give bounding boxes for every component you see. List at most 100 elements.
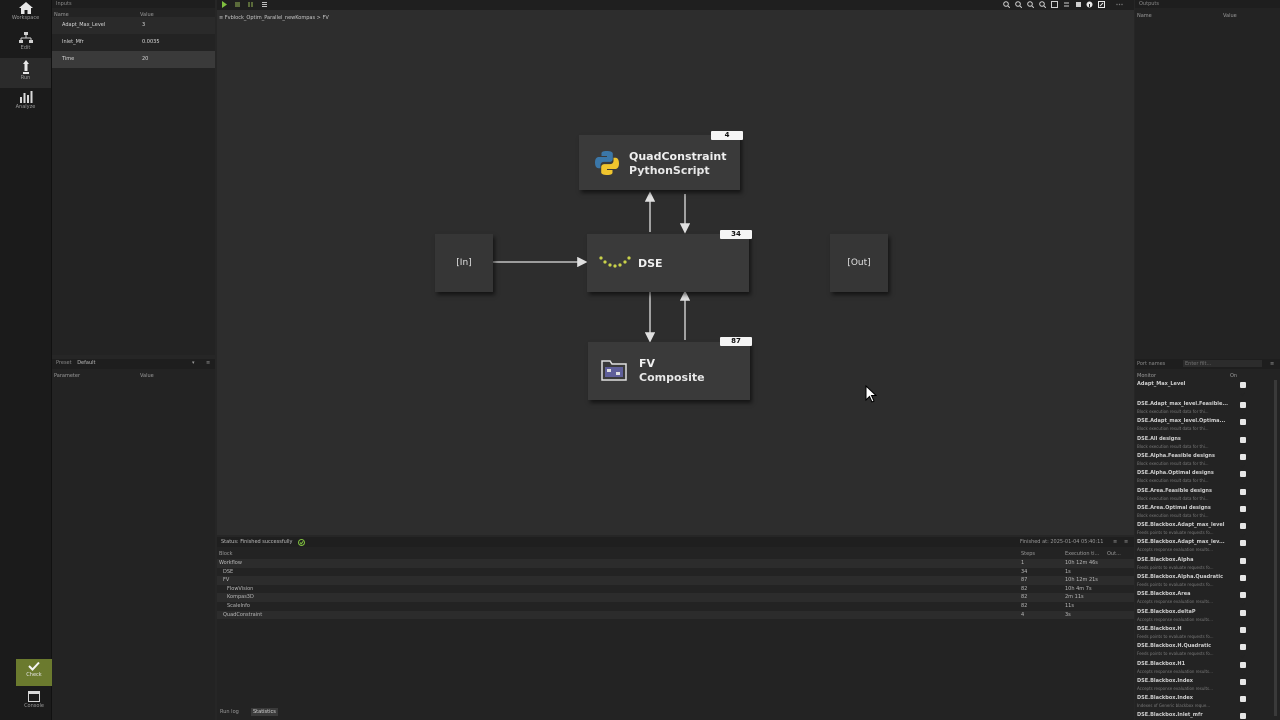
status-options-icon[interactable]: ≡ xyxy=(1124,537,1128,547)
list-item[interactable]: DSE.Blackbox.H Feeds points to evaluate r… xyxy=(1135,625,1265,642)
chevron-down-icon[interactable]: ▾ xyxy=(192,359,195,367)
input-value[interactable]: 3 xyxy=(142,17,145,34)
monitor-port-desc: Accepts response evaluation results... xyxy=(1137,616,1213,622)
list-item[interactable]: DSE.Blackbox.Alpha Feeds points to evalua… xyxy=(1135,556,1265,573)
list-item[interactable]: DSE.Blackbox.Alpha.Quadratic Feeds points… xyxy=(1135,573,1265,590)
table-row[interactable]: ScaleInfo 82 11s xyxy=(217,602,1134,611)
monitor-checkbox[interactable] xyxy=(1240,471,1246,486)
monitor-checkbox[interactable] xyxy=(1240,488,1246,503)
pause-icon[interactable] xyxy=(247,1,254,8)
layout-icon[interactable] xyxy=(1075,1,1082,8)
console-button[interactable]: Console xyxy=(16,689,52,717)
block-name: Workflow xyxy=(219,560,242,566)
status-menu-icon[interactable]: ≡ xyxy=(1113,537,1117,547)
list-item[interactable]: DSE.Blackbox.Index Accepts response evalu… xyxy=(1135,677,1265,694)
input-value[interactable]: 20 xyxy=(142,51,148,68)
table-row[interactable]: QuadConstraint 4 3s xyxy=(217,610,1134,620)
workflow-canvas[interactable]: ≡ Fvblock_Optim_Parallel_newKompas > FV … xyxy=(217,10,1134,535)
preset-select[interactable]: Default xyxy=(77,360,95,366)
monitor-checkbox[interactable] xyxy=(1240,557,1246,572)
list-item[interactable]: DSE.Area.Feasible designs Block execution… xyxy=(1135,487,1265,504)
run-statistics-panel: Status: Finished successfully Finished a… xyxy=(217,537,1134,720)
input-row[interactable]: Adapt_Max_Level 3 xyxy=(52,17,215,34)
zoom-fit-icon[interactable] xyxy=(1027,1,1034,8)
monitor-checkbox[interactable] xyxy=(1240,523,1246,538)
list-item[interactable]: DSE.Adapt_max_level.Feasible... Block exe… xyxy=(1135,400,1265,417)
tab-run-log[interactable]: Run log xyxy=(220,709,239,715)
port-filter-menu-icon[interactable]: ≡ xyxy=(1270,359,1274,369)
list-item[interactable]: DSE.Area.Optimal designs Block execution … xyxy=(1135,504,1265,521)
monitor-checkbox[interactable] xyxy=(1240,419,1246,434)
list-item[interactable]: DSE.Blackbox.H1 Accepts response evaluati… xyxy=(1135,660,1265,677)
nav-workspace[interactable]: Workspace xyxy=(0,0,51,28)
monitor-port-name: DSE.Adapt_max_level.Feasible... xyxy=(1137,401,1229,407)
monitor-checkbox[interactable] xyxy=(1240,592,1246,607)
nav-edit[interactable]: Edit xyxy=(0,30,51,58)
align-icon[interactable] xyxy=(1063,1,1070,8)
table-row[interactable]: FlowVision 82 10h 4m 7s xyxy=(217,585,1134,594)
list-item[interactable]: DSE.Blackbox.Inlet_mfr xyxy=(1135,711,1265,720)
list-item[interactable]: DSE.Blackbox.Index Indexes of Generic bla… xyxy=(1135,694,1265,711)
out-port-node[interactable]: [Out] xyxy=(830,234,888,292)
monitor-checkbox[interactable] xyxy=(1240,644,1246,659)
monitor-checkbox[interactable] xyxy=(1240,436,1246,451)
input-value[interactable]: 0.0035 xyxy=(142,34,160,51)
monitor-checkbox[interactable] xyxy=(1240,713,1246,720)
zoom-out-icon[interactable] xyxy=(1015,1,1022,8)
checkmark-icon xyxy=(1240,602,1246,607)
monitor-checkbox[interactable] xyxy=(1240,505,1246,521)
grid-icon[interactable] xyxy=(1051,1,1058,8)
monitor-checkbox[interactable] xyxy=(1240,609,1246,624)
monitor-checkbox[interactable] xyxy=(1240,678,1246,694)
port-filter-input[interactable] xyxy=(1183,360,1262,367)
info-icon[interactable] xyxy=(1086,1,1093,8)
list-icon[interactable] xyxy=(261,1,268,8)
block-name: FlowVision xyxy=(227,585,254,592)
list-item[interactable]: DSE.Blackbox.deltaP Accepts response eval… xyxy=(1135,608,1265,625)
monitor-checkbox[interactable] xyxy=(1240,696,1246,711)
left-nav: Workspace Edit Run Analyze Check Console xyxy=(0,0,52,720)
tab-statistics[interactable]: Statistics xyxy=(251,708,278,716)
monitor-checkbox[interactable] xyxy=(1240,382,1246,397)
export-icon[interactable] xyxy=(1098,1,1105,8)
list-item[interactable]: DSE.Alpha.Feasible designs Block executio… xyxy=(1135,452,1265,469)
monitor-checkbox[interactable] xyxy=(1240,453,1246,469)
quadconstraint-node[interactable]: QuadConstraint PythonScript xyxy=(579,135,740,190)
dse-node[interactable]: DSE xyxy=(587,234,749,292)
list-item[interactable]: DSE.Alpha.Optimal designs Block execution… xyxy=(1135,469,1265,486)
nav-run[interactable]: Run xyxy=(0,58,51,88)
list-item[interactable]: DSE.All designs Block execution result da… xyxy=(1135,435,1265,452)
input-row[interactable]: Inlet_Mfr 0.0035 xyxy=(52,34,215,51)
list-item[interactable]: DSE.Blackbox.Adapt_max_level Feeds points… xyxy=(1135,521,1265,538)
play-icon[interactable] xyxy=(221,1,228,8)
monitor-checkbox[interactable] xyxy=(1240,575,1246,590)
nav-analyze[interactable]: Analyze xyxy=(0,89,51,117)
fv-node[interactable]: FV Composite xyxy=(588,342,750,400)
monitor-checkbox[interactable] xyxy=(1240,626,1246,642)
monitor-checkbox[interactable] xyxy=(1240,661,1246,676)
input-row[interactable]: Time 20 xyxy=(52,51,215,68)
table-row[interactable]: Kompas3D 82 2m 11s xyxy=(217,593,1134,602)
zoom-reset-icon[interactable] xyxy=(1039,1,1046,8)
table-row[interactable]: DSE 34 1s xyxy=(217,568,1134,577)
table-row[interactable]: FV 87 10h 12m 21s xyxy=(217,576,1134,585)
list-item[interactable]: DSE.Adapt_max_level.Optima... Block execu… xyxy=(1135,417,1265,434)
menu-icon[interactable]: ≡ xyxy=(206,359,210,367)
monitor-checkbox[interactable] xyxy=(1240,540,1246,555)
checkmark-icon xyxy=(1240,654,1246,659)
monitor-port-desc: Block execution result data for thi... xyxy=(1137,512,1209,518)
zoom-in-icon[interactable] xyxy=(1003,1,1010,8)
monitor-port-name: DSE.Alpha.Optimal designs xyxy=(1137,470,1214,477)
list-item[interactable]: Adapt_Max_Level xyxy=(1135,380,1265,397)
list-item[interactable]: DSE.Blackbox.H.Quadratic Feeds points to … xyxy=(1135,642,1265,659)
monitor-scrollbar[interactable] xyxy=(1274,380,1277,716)
monitor-checkbox[interactable] xyxy=(1240,402,1246,417)
check-button[interactable]: Check xyxy=(16,659,52,686)
stop-icon[interactable] xyxy=(234,1,241,8)
checkmark-icon xyxy=(1240,550,1246,555)
table-row[interactable]: Workflow 1 10h 12m 46s xyxy=(217,559,1134,568)
list-item[interactable]: DSE.Blackbox.Area Accepts response evalua… xyxy=(1135,590,1265,607)
in-port-node[interactable]: [In] xyxy=(435,234,493,292)
list-item[interactable]: DSE.Blackbox.Adapt_max_lev... Accepts res… xyxy=(1135,538,1265,555)
more-icon[interactable] xyxy=(1116,1,1123,8)
